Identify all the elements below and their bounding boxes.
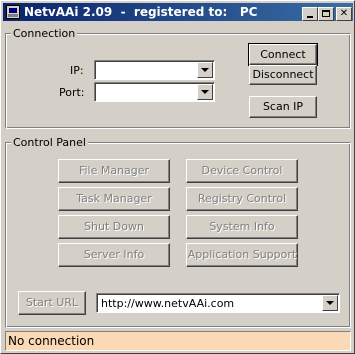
window-title: NetvAAi 2.09 - registered to: PC [24,5,258,19]
connect-button[interactable]: Connect [248,43,318,66]
connection-group-label: Connection [11,27,78,40]
port-dropdown-arrow-icon[interactable] [197,84,213,100]
url-combobox[interactable]: http://www.netvAAi.com [96,293,340,313]
server-info-button[interactable]: Server Info [58,243,170,267]
status-bar: No connection [5,331,351,351]
scan-ip-button[interactable]: Scan IP [249,96,317,118]
task-manager-button[interactable]: Task Manager [58,187,170,211]
minimize-button[interactable] [302,7,318,21]
device-control-button[interactable]: Device Control [186,159,298,183]
maximize-icon [322,10,330,17]
port-label: Port: [59,86,85,99]
url-dropdown-arrow-icon[interactable] [322,295,338,311]
ip-combobox[interactable] [94,60,215,80]
control-panel-group-label: Control Panel [11,136,88,149]
start-url-button[interactable]: Start URL [18,291,86,315]
ip-dropdown-arrow-icon[interactable] [197,62,213,78]
disconnect-button[interactable]: Disconnect [249,65,317,85]
minimize-icon [307,16,313,18]
close-icon: ✕ [339,8,349,19]
title-bar[interactable]: NetvAAi 2.09 - registered to: PC ✕ [3,3,353,21]
maximize-button[interactable] [318,7,334,21]
application-support-button[interactable]: Application Support [186,243,298,267]
file-manager-button[interactable]: File Manager [58,159,170,183]
ip-label: IP: [70,64,84,77]
app-icon[interactable] [6,5,20,19]
app-window: NetvAAi 2.09 - registered to: PC ✕ Conne… [0,0,355,354]
close-button[interactable]: ✕ [336,7,352,21]
url-value: http://www.netvAAi.com [101,297,235,310]
port-combobox[interactable] [94,82,215,102]
shut-down-button[interactable]: Shut Down [58,215,170,239]
registry-control-button[interactable]: Registry Control [186,187,298,211]
system-info-button[interactable]: System Info [186,215,298,239]
